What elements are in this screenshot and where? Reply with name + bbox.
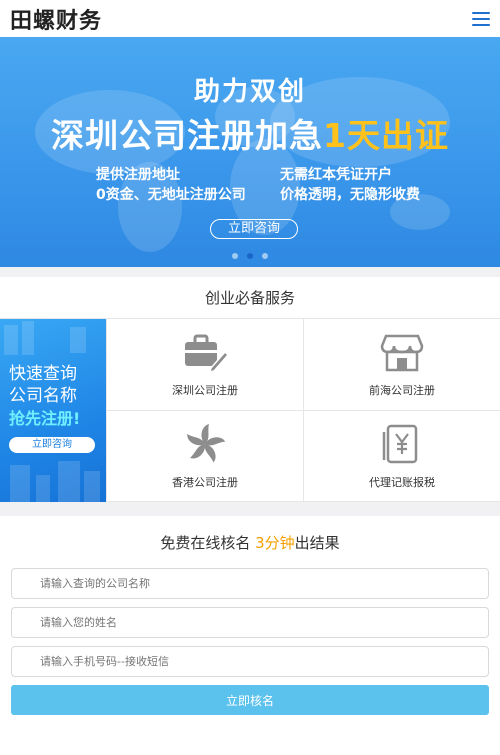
promo-line-2: 公司名称 [9,386,77,406]
form-title-suffix: 出结果 [294,534,340,552]
site-logo[interactable]: 田螺财务 [10,3,102,35]
name-check-form: 免费在线核名 3分钟出结果 立即核名 [0,516,500,715]
check-name-submit-button[interactable]: 立即核名 [11,685,489,715]
services-section: 创业必备服务 快速查询 公司名称 抢先注册! 立即咨询 深圳公司注册 前海公司注… [0,277,500,502]
promo-line-3: 抢先注册! [9,409,81,428]
banner-consult-button[interactable]: 立即咨询 [210,219,298,239]
service-label: 深圳公司注册 [172,384,238,398]
feature-left-line-1: 提供注册地址 [96,167,180,183]
feature-left: 提供注册地址 0资金、无地址注册公司 [96,165,246,205]
form-title-prefix: 免费在线核名 [160,534,256,552]
hero-banner[interactable]: 助力双创 深圳公司注册加急1天出证 提供注册地址 0资金、无地址注册公司 无需红… [0,37,500,267]
feature-right-line-2: 价格透明，无隐形收费 [280,187,420,203]
company-name-input[interactable] [11,568,489,599]
yuan-document-icon [382,424,418,463]
headline-highlight: 1天出证 [323,116,449,155]
bauhinia-flower-icon [187,423,226,463]
feature-left-line-2: 0资金、无地址注册公司 [96,187,246,203]
carousel-dots [0,253,500,259]
promo-consult-button[interactable]: 立即咨询 [9,437,95,453]
phone-input[interactable] [11,646,489,677]
promo-line-1: 快速查询 [9,364,77,384]
your-name-input[interactable] [11,607,489,638]
services-title: 创业必备服务 [0,277,500,319]
carousel-dot[interactable] [262,253,268,259]
service-label: 香港公司注册 [172,475,238,489]
carousel-dot[interactable] [232,253,238,259]
banner-subtitle: 助力双创 [193,77,306,107]
section-divider [0,267,500,277]
banner-headline: 深圳公司注册加急1天出证 [0,109,500,157]
name-check-promo[interactable]: 快速查询 公司名称 抢先注册! 立即咨询 [0,319,106,502]
service-hongkong-registration[interactable]: 香港公司注册 [106,410,303,502]
service-shenzhen-registration[interactable]: 深圳公司注册 [106,319,303,411]
service-qianhai-registration[interactable]: 前海公司注册 [303,319,500,411]
section-divider [0,502,500,516]
carousel-dot-active[interactable] [247,253,253,259]
service-label: 前海公司注册 [369,384,435,398]
service-label: 代理记账报税 [369,475,435,489]
shop-awning-icon [380,335,424,372]
headline-main: 深圳公司注册加急 [51,116,324,155]
feature-right-line-1: 无需红本凭证开户 [280,167,392,183]
feature-right: 无需红本凭证开户 价格透明，无隐形收费 [280,165,420,205]
service-bookkeeping-tax[interactable]: 代理记账报税 [303,410,500,502]
form-title: 免费在线核名 3分钟出结果 [0,528,500,558]
services-grid: 深圳公司注册 前海公司注册 香港公司注册 代理记账报税 [106,319,500,502]
form-title-highlight: 3分钟 [255,534,295,552]
menu-icon[interactable] [472,11,490,26]
briefcase-pen-icon [185,334,229,374]
header: 田螺财务 [0,0,500,37]
